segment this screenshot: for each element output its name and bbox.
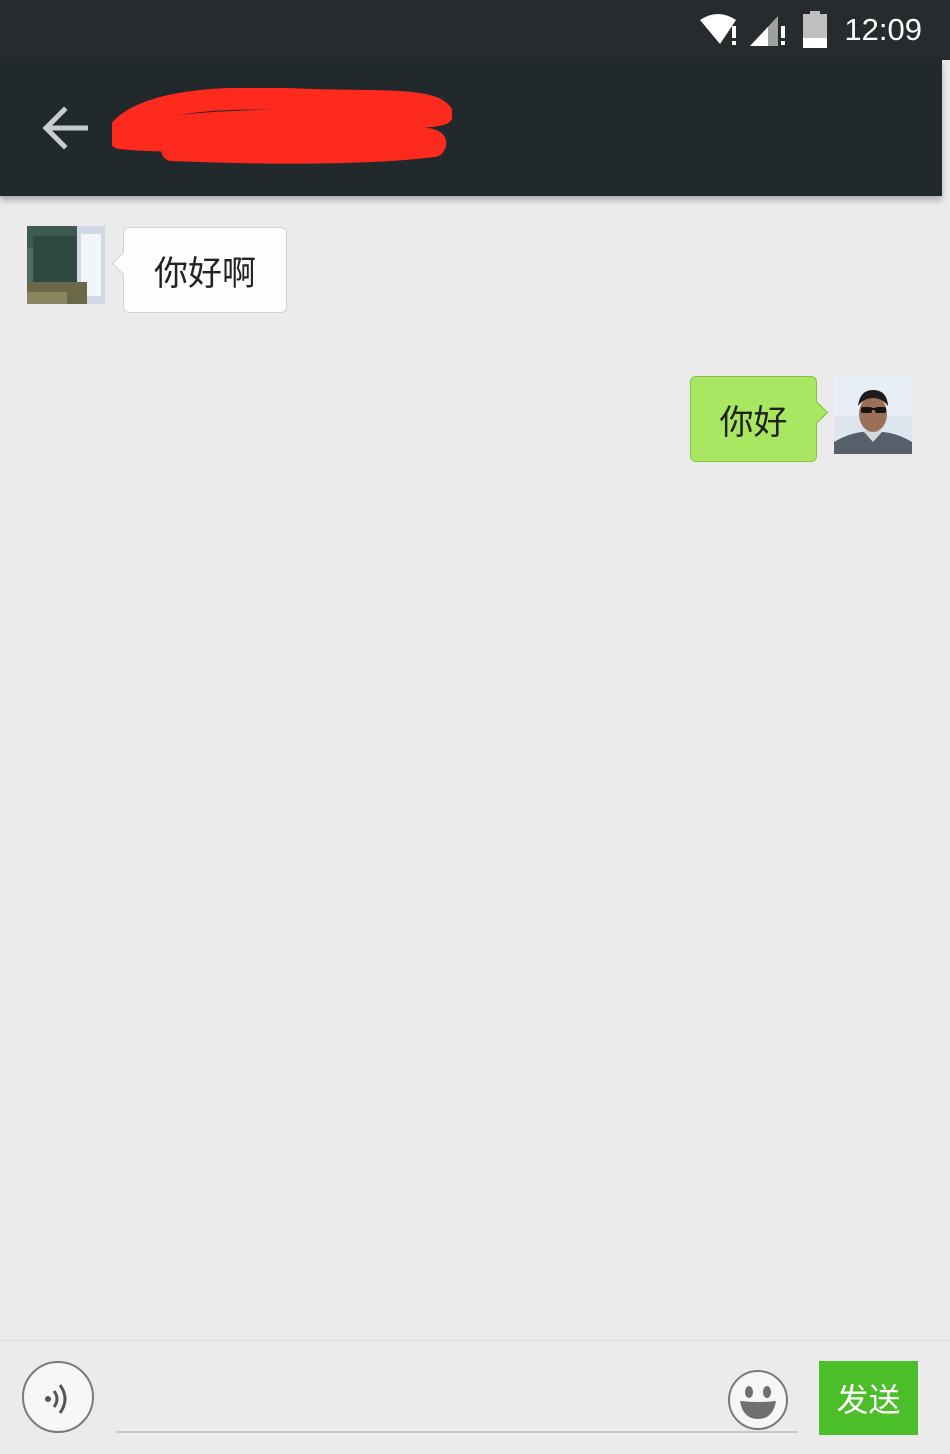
redaction-mark	[112, 88, 452, 164]
status-icons: 12:09	[698, 8, 922, 52]
message-bubble[interactable]: 你好	[690, 376, 817, 462]
input-bar: 发送	[0, 1340, 950, 1454]
send-button[interactable]: 发送	[819, 1361, 918, 1435]
voice-input-icon	[45, 1384, 67, 1414]
status-time: 12:09	[844, 12, 922, 47]
smiley-emoji-icon	[728, 1370, 788, 1430]
message-outgoing: 你好	[0, 346, 950, 486]
message-incoming: 你好啊	[0, 196, 950, 336]
back-button[interactable]	[30, 96, 100, 160]
status-bar: 12:09	[0, 0, 950, 60]
message-input[interactable]	[116, 1361, 798, 1433]
cellular-signal-no-data-icon	[750, 16, 786, 46]
emoji-button[interactable]	[727, 1369, 789, 1431]
message-list[interactable]: 你好啊 你好	[0, 196, 950, 1340]
contact-avatar[interactable]	[27, 226, 105, 304]
battery-icon	[803, 11, 828, 48]
arrow-left-icon	[42, 106, 88, 150]
voice-input-button[interactable]	[22, 1361, 94, 1433]
user-avatar[interactable]	[834, 376, 912, 454]
wifi-no-internet-icon	[700, 14, 737, 45]
message-bubble[interactable]: 你好啊	[123, 227, 287, 313]
message-text: 你好啊	[154, 253, 256, 294]
chat-header	[0, 60, 942, 196]
message-text: 你好	[719, 402, 788, 443]
